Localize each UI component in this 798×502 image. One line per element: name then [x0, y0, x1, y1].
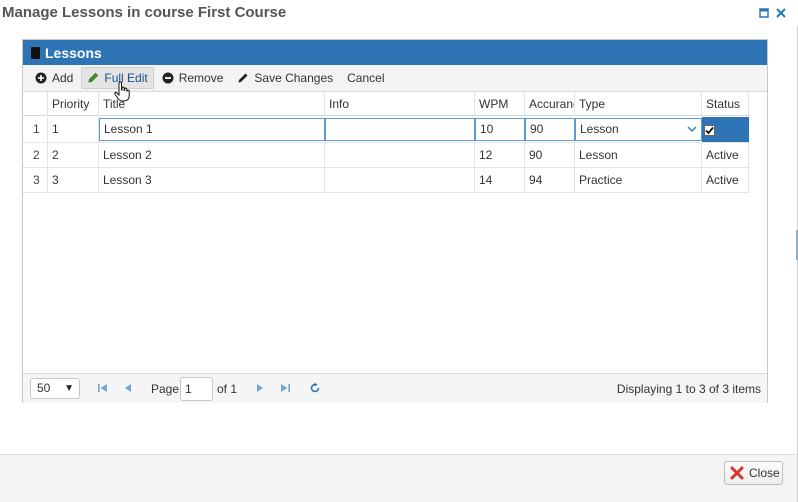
accuracy-cell[interactable]: 94: [525, 168, 575, 193]
window-title: Manage Lessons in course First Course: [2, 4, 287, 21]
status-cell: [702, 117, 749, 142]
checkmark-icon: [705, 126, 714, 135]
status-cell[interactable]: Active: [702, 143, 749, 168]
remove-label: Remove: [178, 71, 224, 85]
first-page-icon[interactable]: [97, 382, 109, 394]
refresh-icon[interactable]: [309, 382, 321, 394]
info-input[interactable]: [325, 118, 475, 141]
info-cell[interactable]: [325, 168, 475, 193]
page-size-select[interactable]: 50 ▼: [30, 378, 80, 399]
type-cell[interactable]: Practice: [575, 168, 702, 193]
status-cell[interactable]: Active: [702, 168, 749, 193]
last-page-icon[interactable]: [279, 382, 291, 394]
grid-body: 1 1 Lesson 1 10 90 Lesson 2 2 Lesson 2 1…: [23, 116, 767, 392]
page-of-label: of 1: [217, 382, 238, 396]
add-label: Add: [52, 71, 74, 85]
pencil-icon: [238, 73, 248, 83]
info-cell[interactable]: [325, 143, 475, 168]
add-button[interactable]: Add: [29, 67, 79, 89]
next-page-icon[interactable]: [254, 382, 266, 394]
save-changes-button[interactable]: Save Changes: [231, 67, 339, 89]
priority-cell[interactable]: 1: [48, 117, 99, 142]
row-number: 3: [23, 168, 48, 193]
window-titlebar[interactable]: Manage Lessons in course First Course: [0, 0, 798, 26]
wpm-cell[interactable]: 12: [475, 143, 525, 168]
title-input[interactable]: Lesson 1: [99, 118, 325, 141]
previous-page-icon[interactable]: [122, 382, 134, 394]
page-number-input[interactable]: 1: [180, 377, 213, 401]
close-x-icon: [730, 466, 744, 480]
column-header-priority[interactable]: Priority: [48, 92, 99, 116]
accuracy-input[interactable]: 90: [525, 118, 575, 141]
hand-cursor-icon: [114, 81, 130, 102]
panel-title: Lessons: [45, 44, 102, 61]
status-checkbox[interactable]: [704, 125, 715, 136]
priority-cell[interactable]: 2: [48, 143, 99, 168]
plus-circle-icon: [35, 72, 47, 84]
page-size-value: 50: [37, 381, 51, 395]
table-row[interactable]: 3 3 Lesson 3 14 94 Practice Active: [23, 168, 750, 193]
wpm-input[interactable]: 10: [475, 118, 525, 141]
accuracy-cell[interactable]: 90: [525, 143, 575, 168]
maximize-icon[interactable]: [757, 6, 771, 20]
manage-lessons-window: Manage Lessons in course First Course Le…: [0, 0, 798, 502]
table-row[interactable]: 1 1 Lesson 1 10 90 Lesson: [23, 117, 750, 143]
column-header-status[interactable]: Status: [702, 92, 749, 116]
title-cell[interactable]: Lesson 2: [99, 143, 325, 168]
column-header-accuracy[interactable]: Accuranc: [525, 92, 575, 116]
close-label: Close: [749, 466, 780, 480]
lessons-panel-header: Lessons: [23, 40, 767, 65]
column-header-info[interactable]: Info: [325, 92, 475, 116]
row-number: 1: [23, 117, 48, 142]
type-select-value: Lesson: [580, 122, 619, 136]
cancel-label: Cancel: [347, 71, 385, 85]
row-number: 2: [23, 143, 48, 168]
column-header-title[interactable]: Title: [99, 92, 325, 116]
pager-info: Displaying 1 to 3 of 3 items: [616, 382, 761, 396]
minus-circle-icon: [162, 72, 174, 84]
lessons-panel: Lessons Add Full Edit Remove Save Change…: [22, 39, 768, 403]
grid-header: Priority Title Info WPM Accuranc Type St…: [23, 92, 750, 116]
cancel-button[interactable]: Cancel: [341, 67, 390, 89]
close-window-icon[interactable]: [774, 6, 788, 20]
close-button[interactable]: Close: [724, 461, 783, 485]
rownumber-header: [23, 92, 48, 116]
table-row[interactable]: 2 2 Lesson 2 12 90 Lesson Active: [23, 143, 750, 168]
pencil-icon: [88, 72, 99, 83]
book-icon: [31, 46, 40, 59]
priority-cell[interactable]: 3: [48, 168, 99, 193]
type-cell[interactable]: Lesson: [575, 143, 702, 168]
pager: 50 ▼ Page 1 of 1 Displaying 1 to 3 of 3 …: [23, 373, 767, 403]
title-cell[interactable]: Lesson 3: [99, 168, 325, 193]
grid-toolbar: Add Full Edit Remove Save Changes Cancel: [23, 65, 767, 92]
caret-down-icon: ▼: [64, 383, 74, 394]
type-select[interactable]: Lesson: [575, 118, 702, 141]
column-header-type[interactable]: Type: [575, 92, 702, 116]
column-header-wpm[interactable]: WPM: [475, 92, 525, 116]
save-changes-label: Save Changes: [254, 71, 334, 85]
chevron-down-icon: [687, 126, 697, 133]
wpm-cell[interactable]: 14: [475, 168, 525, 193]
page-label: Page: [151, 382, 180, 396]
remove-button[interactable]: Remove: [156, 67, 230, 89]
window-footer: [0, 454, 797, 502]
